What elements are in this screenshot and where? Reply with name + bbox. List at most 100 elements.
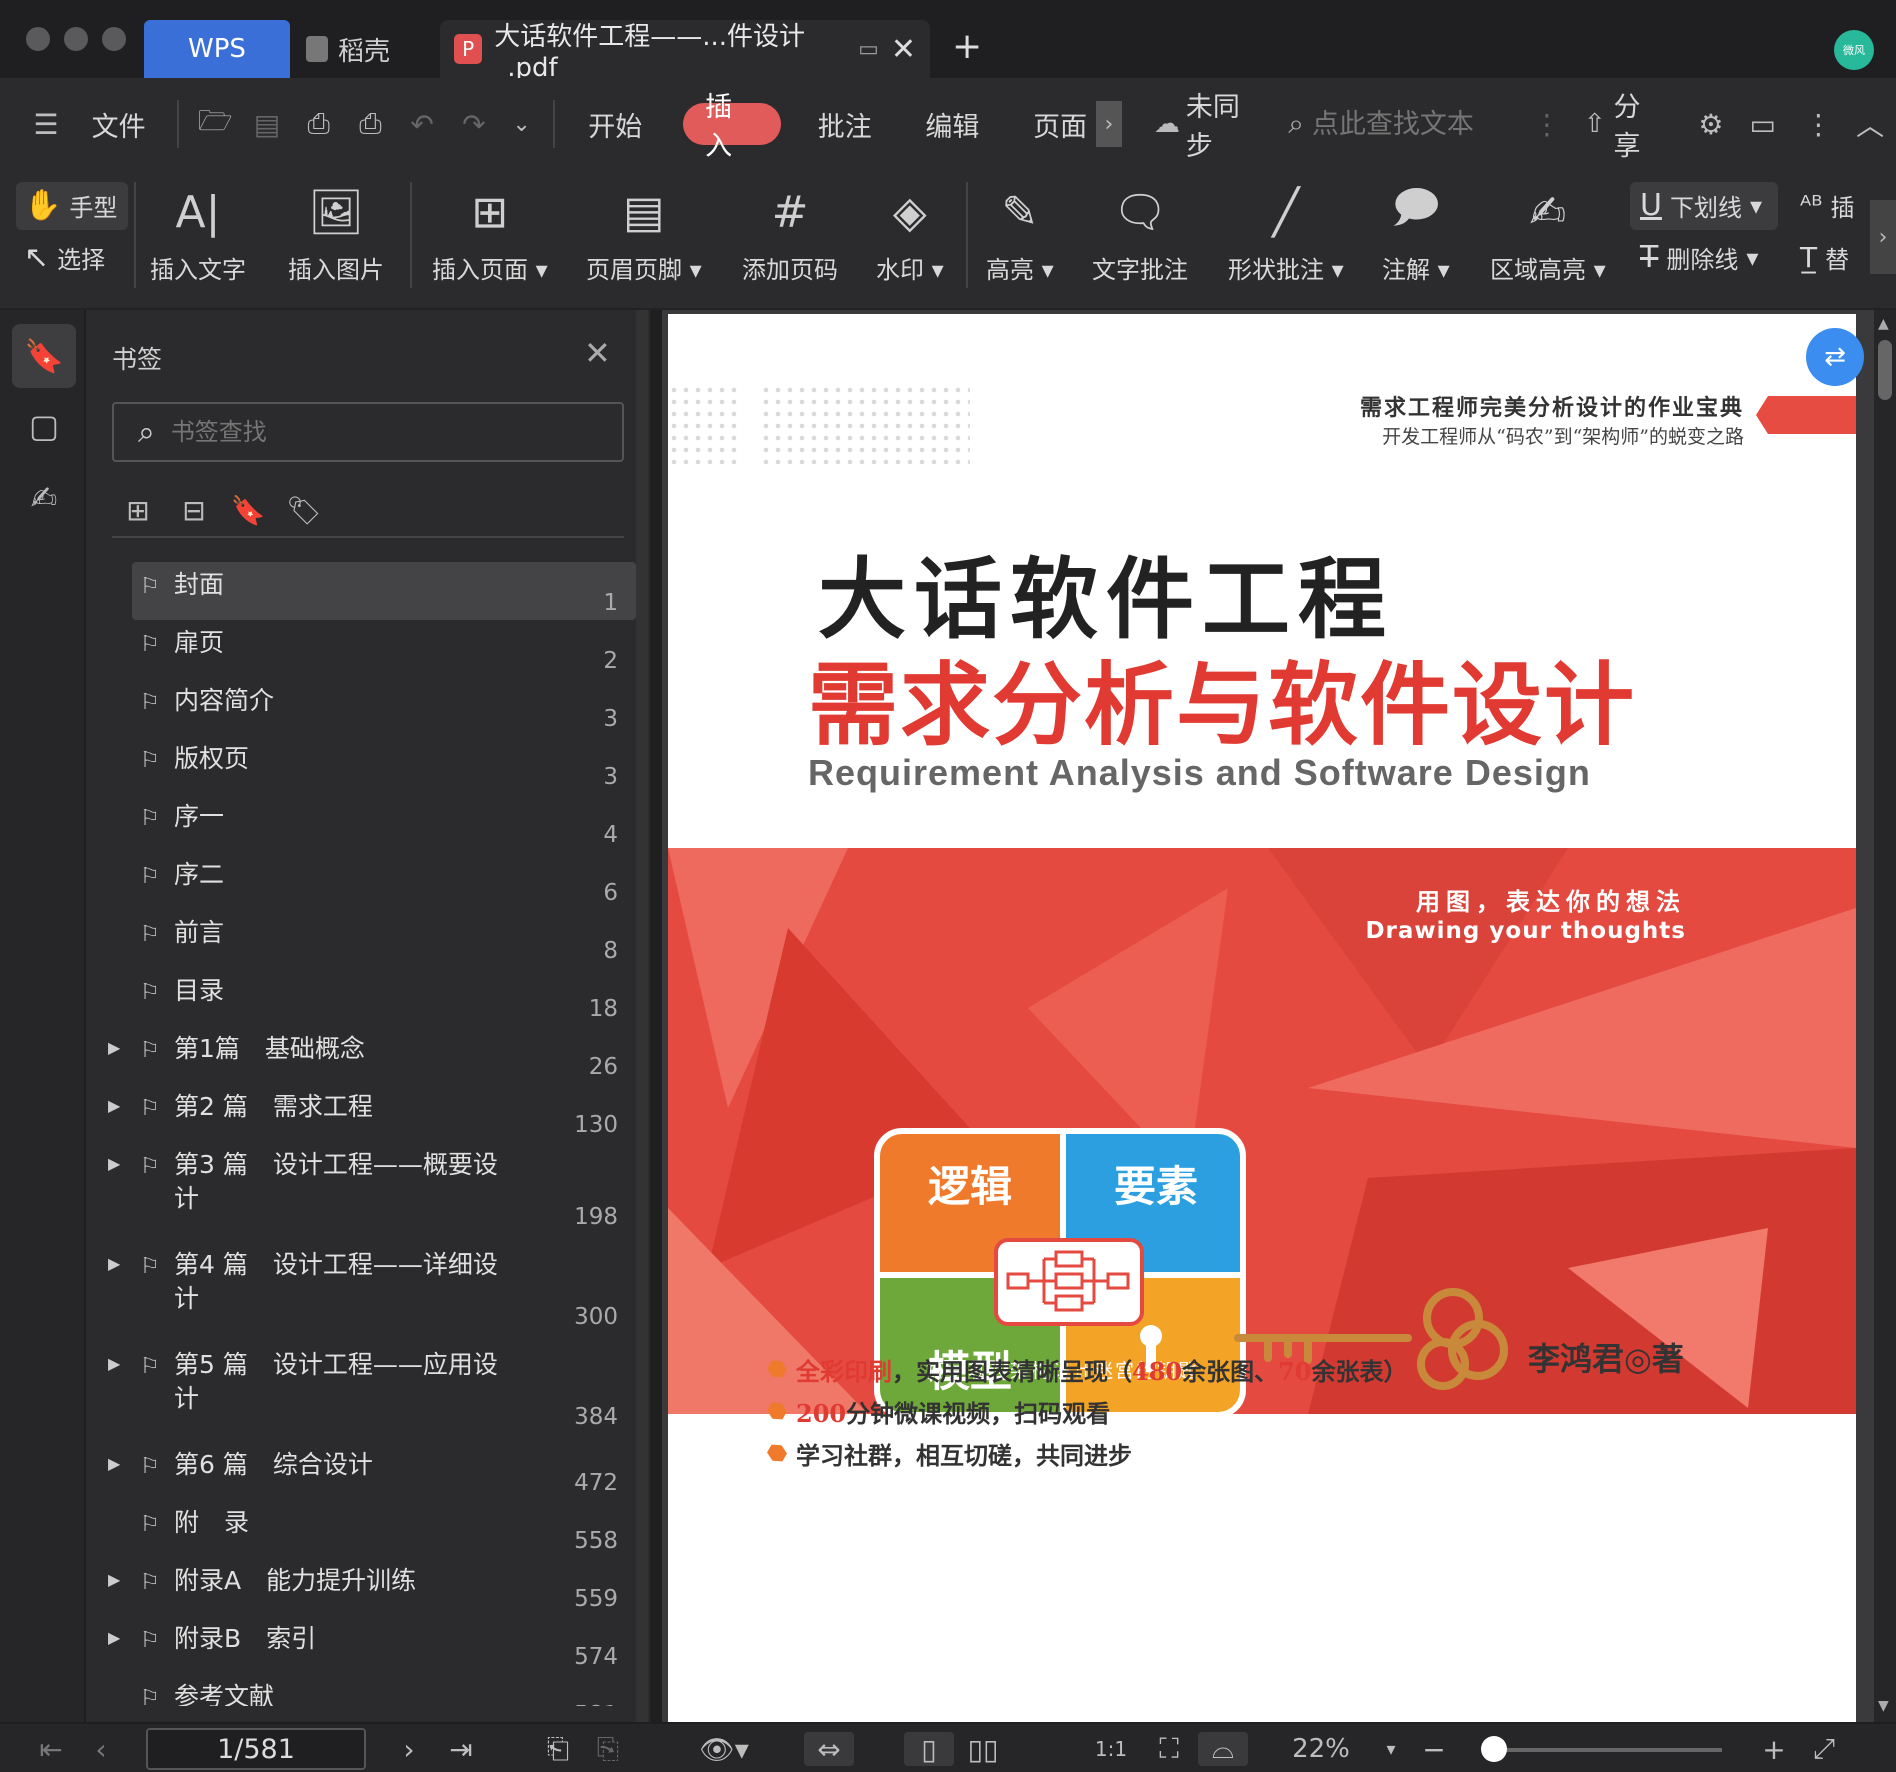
dropdown-icon[interactable]: ▾ <box>1750 192 1762 220</box>
bookmark-item[interactable]: ▶ ⚐ 第4 篇 设计工程——详细设计 300 <box>108 1242 636 1334</box>
expand-arrow-icon[interactable]: ▶ <box>108 1628 120 1647</box>
bookmark-panel-icon[interactable]: 🔖 <box>12 324 76 388</box>
chevron-right-icon[interactable]: › <box>1095 101 1122 147</box>
avatar[interactable]: 微风 <box>1834 30 1874 70</box>
fit-page-icon[interactable]: ⛶ <box>1146 1732 1192 1766</box>
page-number-input[interactable] <box>146 1728 366 1770</box>
expand-arrow-icon[interactable]: ▶ <box>108 1570 120 1589</box>
rotate-view-icon[interactable]: ⌓ <box>1198 1732 1248 1766</box>
scroll-up-icon[interactable]: ▲ <box>1878 316 1889 332</box>
text-comment-button[interactable]: 🗨 文字批注 <box>1092 184 1188 285</box>
expand-arrow-icon[interactable]: ▶ <box>108 1096 120 1115</box>
dropdown-icon[interactable]: ▾ <box>1746 244 1758 272</box>
zoom-slider-knob[interactable] <box>1481 1736 1507 1762</box>
save-icon[interactable]: ▤ <box>241 108 293 141</box>
panel-scrollbar[interactable] <box>636 310 648 1722</box>
tab-document[interactable]: P 大话软件工程——...件设计_.pdf ▭ ✕ <box>440 20 930 83</box>
previous-page-icon[interactable]: ‹ <box>84 1732 118 1766</box>
tab-insert[interactable]: 插入 <box>683 92 781 162</box>
sync-status[interactable]: ☁ 未同步 <box>1154 85 1266 163</box>
bookmark-item[interactable]: ⚐ 扉页 2 <box>132 620 636 678</box>
file-menu[interactable]: 文件 <box>84 105 154 144</box>
bookmark-item[interactable]: ▶ ⚐ 第2 篇 需求工程 130 <box>108 1084 636 1142</box>
close-icon[interactable]: ✕ <box>584 334 611 372</box>
scroll-thumb[interactable] <box>1878 340 1892 400</box>
expand-arrow-icon[interactable]: ▶ <box>108 1454 120 1473</box>
expand-arrow-icon[interactable]: ▶ <box>108 1254 120 1273</box>
single-page-icon[interactable]: ▯ <box>904 1732 954 1766</box>
zoom-dropdown-icon[interactable]: ▾ <box>1376 1732 1406 1766</box>
insert-text-button[interactable]: A| 插入文字 <box>150 184 246 285</box>
last-page-icon[interactable]: ⇥ <box>444 1732 478 1766</box>
close-window-button[interactable] <box>26 27 50 51</box>
thumbnail-panel-icon[interactable]: ▢ <box>12 394 76 458</box>
minimize-window-button[interactable] <box>64 27 88 51</box>
annotation-button[interactable]: 🗩 注解 ▾ <box>1382 182 1450 285</box>
expand-arrow-icon[interactable]: ▶ <box>108 1154 120 1173</box>
bookmark-item[interactable]: ▶ ⚐ 第5 篇 设计工程——应用设计 384 <box>108 1342 636 1434</box>
print-preview-icon[interactable]: ⎙ <box>293 107 345 141</box>
scroll-down-icon[interactable]: ▼ <box>1878 1698 1889 1714</box>
share-button[interactable]: ⇧ 分享 <box>1584 85 1667 163</box>
bookmark-item[interactable]: ▶ ⚐ 第6 篇 综合设计 472 <box>108 1442 636 1500</box>
undo-icon[interactable]: ↶ <box>396 108 448 141</box>
strikethrough-button[interactable]: T 删除线 ▾ <box>1640 240 1758 275</box>
add-bookmark-icon[interactable]: 🔖 <box>228 490 268 530</box>
bookmark-item[interactable]: ⚐ 目录 18 <box>132 968 636 1026</box>
more-vertical-icon[interactable]: ⋮ <box>1532 108 1562 141</box>
zoom-out-icon[interactable]: − <box>1414 1732 1454 1766</box>
monitor-icon[interactable]: ▭ <box>858 37 879 62</box>
maximize-window-button[interactable] <box>102 27 126 51</box>
bookmark-item[interactable]: ⚐ 版权页 3 <box>132 736 636 794</box>
feedback-icon[interactable]: ▭ <box>1737 108 1789 141</box>
bookmark-item[interactable]: ⚐ 序二 6 <box>132 852 636 910</box>
bookmark-item[interactable]: ▶ ⚐ 附录A 能力提升训练 559 <box>108 1558 636 1616</box>
eye-protection-icon[interactable]: 👁▾ <box>696 1732 752 1766</box>
back-icon[interactable]: ⎗ <box>538 1732 578 1766</box>
document-viewport[interactable]: 需求工程师完美分析设计的作业宝典 开发工程师从“码农”到“架构师”的蜕变之路 大… <box>662 310 1874 1722</box>
forward-icon[interactable]: ⎘ <box>588 1732 628 1766</box>
expand-arrow-icon[interactable]: ▶ <box>108 1354 120 1373</box>
underline-button[interactable]: U 下划线 ▾ <box>1640 188 1762 223</box>
area-highlight-button[interactable]: ✍ 区域高亮 ▾ <box>1490 184 1606 285</box>
bookmark-item[interactable]: ⚐ 前言 8 <box>132 910 636 968</box>
bookmark-item[interactable]: ▶ ⚐ 第1篇 基础概念 26 <box>108 1026 636 1084</box>
hand-tool-button[interactable]: ✋ 手型 <box>24 188 117 223</box>
shape-comment-button[interactable]: ╱ 形状批注 ▾ <box>1228 184 1344 285</box>
insert-text-mark-button[interactable]: ᴬᴮ 插 <box>1800 188 1854 223</box>
remove-bookmark-icon[interactable]: 🏷 <box>284 490 324 530</box>
next-page-icon[interactable]: › <box>392 1732 426 1766</box>
bookmark-item[interactable]: ⚐ 参考文献 581 <box>132 1674 636 1706</box>
replace-text-button[interactable]: T̲ 替 <box>1800 240 1849 275</box>
quick-access-dropdown-icon[interactable]: ⌄ <box>500 112 544 137</box>
watermark-button[interactable]: ◈ 水印 ▾ <box>876 184 944 285</box>
redo-icon[interactable]: ↷ <box>448 108 500 141</box>
bookmark-item[interactable]: ⚐ 内容简介 3 <box>132 678 636 736</box>
select-tool-button[interactable]: ↖ 选择 <box>24 240 105 275</box>
expand-arrow-icon[interactable]: ▶ <box>108 1038 120 1057</box>
signature-panel-icon[interactable]: ✍ <box>12 466 76 530</box>
tab-page[interactable]: 页面 <box>1032 105 1088 144</box>
panel-resize-handle[interactable] <box>650 310 662 1722</box>
tab-start[interactable]: 开始 <box>587 105 643 144</box>
bookmark-item[interactable]: ⚐ 封面 1 <box>132 562 636 620</box>
collapse-all-icon[interactable]: ⊟ <box>174 490 214 530</box>
zoom-in-icon[interactable]: + <box>1754 1732 1794 1766</box>
insert-page-button[interactable]: ⊞ 插入页面 ▾ <box>432 184 548 285</box>
tab-daoke[interactable]: 稻壳 <box>306 20 426 78</box>
add-page-number-button[interactable]: # 添加页码 <box>742 184 838 285</box>
hamburger-menu-icon[interactable]: ☰ <box>24 108 68 141</box>
header-footer-button[interactable]: ▤ 页眉页脚 ▾ <box>586 184 702 285</box>
find-text[interactable]: ⌕ <box>1288 107 1512 141</box>
zoom-level[interactable]: 22% <box>1286 1732 1356 1766</box>
close-tab-icon[interactable]: ✕ <box>891 32 916 67</box>
bookmark-item[interactable]: ⚐ 附 录 558 <box>132 1500 636 1558</box>
collapse-ribbon-icon[interactable]: ︿ <box>1844 104 1896 144</box>
zoom-slider[interactable] <box>1482 1748 1722 1752</box>
document-scrollbar[interactable]: ▲ ▼ <box>1874 310 1896 1722</box>
gear-icon[interactable]: ⚙ <box>1685 108 1737 141</box>
expand-all-icon[interactable]: ⊞ <box>118 490 158 530</box>
actual-size-icon[interactable]: 1:1 <box>1088 1732 1134 1766</box>
new-tab-icon[interactable]: + <box>952 26 982 67</box>
insert-image-button[interactable]: 🖼 插入图片 <box>288 184 384 285</box>
